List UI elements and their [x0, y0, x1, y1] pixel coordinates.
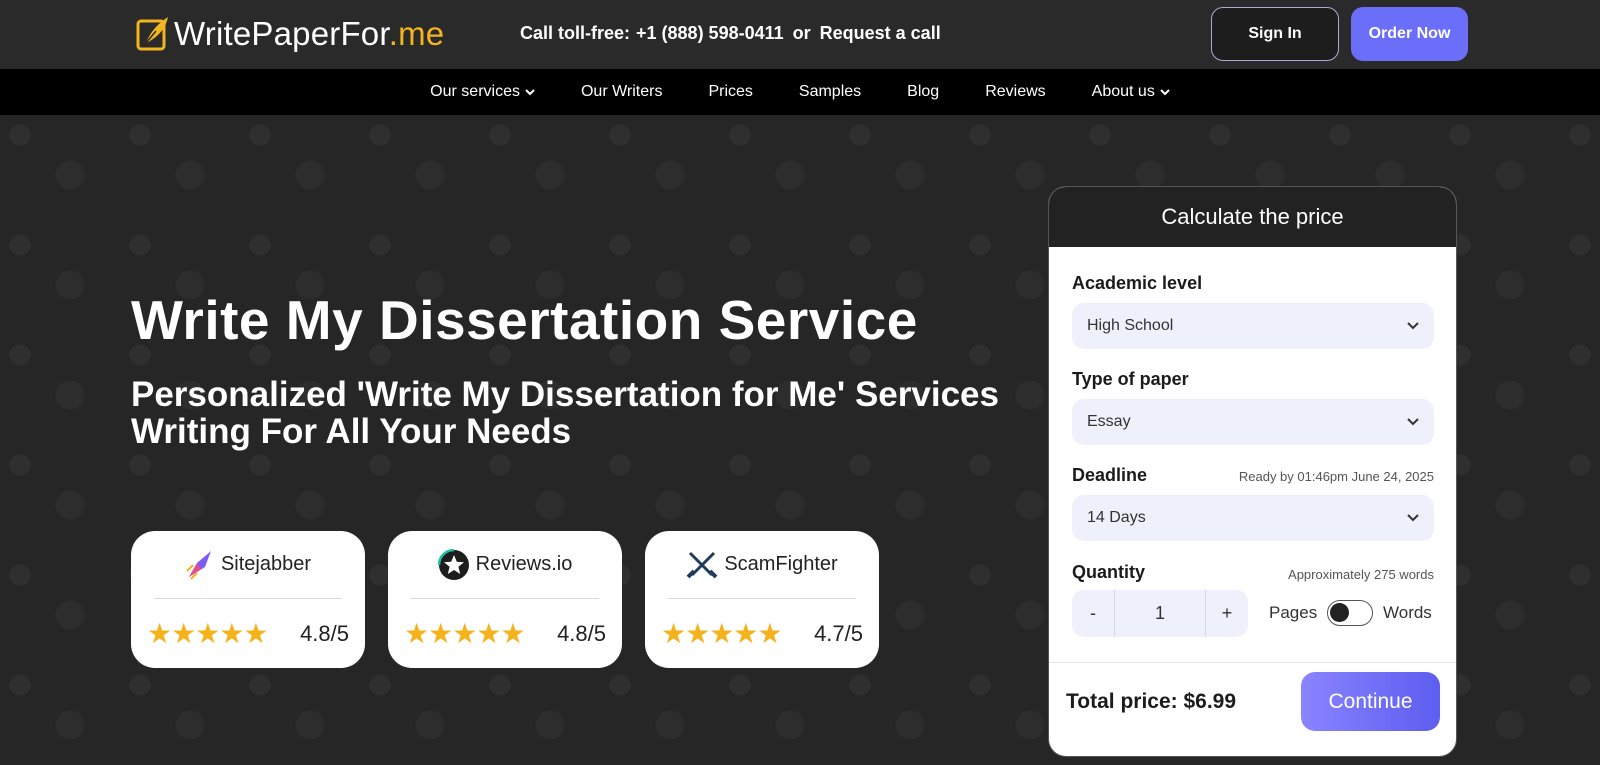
pages-words-toggle[interactable]	[1327, 600, 1373, 626]
nav-item-our-writers[interactable]: Our Writers	[581, 69, 662, 115]
rating-card-sitejabber[interactable]: Sitejabber ★★★★★ 4.8/5	[131, 531, 365, 668]
toggle-knob	[1330, 603, 1349, 622]
divider	[154, 598, 342, 599]
rating-score: 4.8/5	[300, 620, 349, 646]
chevron-down-icon	[1407, 418, 1419, 426]
call-label: Call toll-free:	[520, 23, 631, 43]
nav-label: Our services	[430, 83, 520, 100]
paper-type-label: Type of paper	[1072, 369, 1189, 389]
nav-label: Our Writers	[580, 83, 663, 100]
star-rating-icon: ★★★★★	[147, 618, 269, 649]
chevron-down-icon	[1160, 88, 1170, 95]
rating-source-name: Reviews.io	[475, 553, 573, 575]
rating-card-scamfighter[interactable]: ScamFighter ★★★★★ 4.7/5	[645, 531, 879, 668]
scamfighter-icon	[686, 551, 718, 578]
nav-label: Samples	[798, 83, 862, 100]
academic-level-label: Academic level	[1072, 273, 1203, 293]
rating-source-name: Sitejabber	[220, 553, 312, 575]
rating-source-name: ScamFighter	[724, 553, 838, 575]
select-value: Essay	[1087, 413, 1131, 430]
quantity-increment-button[interactable]: +	[1206, 603, 1248, 624]
nav-label: Prices	[708, 83, 753, 100]
sitejabber-icon	[186, 550, 211, 580]
quantity-decrement-button[interactable]: -	[1072, 603, 1114, 624]
nav-item-reviews[interactable]: Reviews	[985, 69, 1045, 115]
nav-item-samples[interactable]: Samples	[799, 69, 861, 115]
contact-info: Call toll-free: +1 (888) 598-0411 or Req…	[520, 23, 941, 44]
continue-button[interactable]: Continue	[1301, 672, 1440, 731]
divider	[668, 598, 856, 599]
site-logo[interactable]: WritePaperFor.me	[136, 12, 444, 56]
rating-score: 4.8/5	[557, 620, 606, 646]
page-subtitle: Personalized 'Write My Dissertation for …	[131, 375, 999, 451]
nav-item-our-services[interactable]: Our services	[430, 69, 535, 115]
deadline-label: Deadline	[1072, 465, 1148, 485]
reviewsio-icon	[437, 548, 469, 580]
page-title: Write My Dissertation Service	[131, 289, 918, 351]
nav-label: About us	[1091, 83, 1155, 100]
select-value: High School	[1087, 317, 1174, 334]
nav-item-blog[interactable]: Blog	[907, 69, 939, 115]
nav-item-about-us[interactable]: About us	[1092, 69, 1170, 115]
deadline-ready-note: Ready by 01:46pm June 24, 2025	[1238, 469, 1434, 484]
star-rating-icon: ★★★★★	[661, 618, 783, 649]
top-bar: WritePaperFor.me Call toll-free: +1 (888…	[0, 0, 1600, 69]
academic-level-select[interactable]: High School	[1072, 303, 1434, 349]
select-value: 14 Days	[1087, 509, 1146, 526]
quantity-words-note: Approximately 275 words	[1288, 567, 1434, 582]
or-text: or	[792, 23, 811, 43]
rating-card-reviewsio[interactable]: Reviews.io ★★★★★ 4.8/5	[388, 531, 622, 668]
nav-label: Blog	[907, 83, 940, 100]
paper-type-select[interactable]: Essay	[1072, 399, 1434, 445]
unit-words-label: Words	[1383, 603, 1432, 622]
nav-label: Reviews	[985, 83, 1046, 100]
chevron-down-icon	[1407, 514, 1419, 522]
star-rating-icon: ★★★★★	[404, 618, 526, 649]
chevron-down-icon	[525, 88, 535, 95]
unit-pages-label: Pages	[1269, 603, 1318, 622]
logo-text-accent: .me	[388, 15, 445, 52]
divider	[1049, 662, 1456, 663]
total-price: Total price: $6.99	[1066, 690, 1237, 713]
request-call-link[interactable]: Request a call	[820, 23, 941, 44]
calculator-title: Calculate the price	[1049, 187, 1456, 247]
price-calculator: Calculate the price Academic level High …	[1048, 186, 1457, 757]
feather-logo-icon	[136, 17, 168, 51]
order-now-button[interactable]: Order Now	[1351, 7, 1468, 61]
chevron-down-icon	[1407, 322, 1419, 330]
quantity-input[interactable]: 1	[1114, 590, 1206, 637]
logo-text-main: WritePaperFor	[174, 15, 389, 52]
sign-in-button[interactable]: Sign In	[1211, 7, 1339, 61]
quantity-stepper: - 1 +	[1072, 590, 1248, 637]
rating-score: 4.7/5	[814, 620, 863, 646]
divider	[411, 598, 599, 599]
quantity-label: Quantity	[1072, 562, 1146, 582]
deadline-select[interactable]: 14 Days	[1072, 495, 1434, 541]
phone-number[interactable]: +1 (888) 598-0411	[636, 23, 784, 44]
nav-item-prices[interactable]: Prices	[708, 69, 752, 115]
main-nav: Our services Our Writers Prices Samples …	[0, 69, 1600, 115]
